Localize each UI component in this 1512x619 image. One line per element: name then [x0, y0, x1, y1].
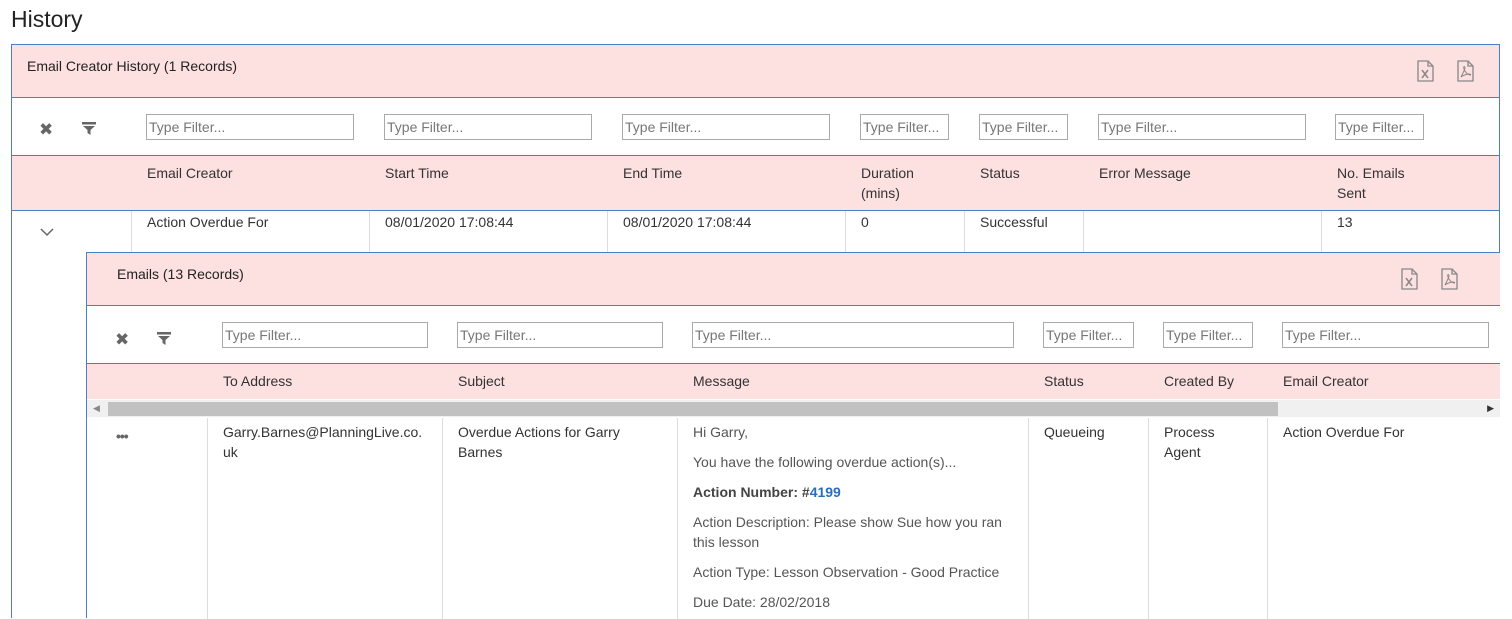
- message-type: Action Type: Lesson Observation - Good P…: [693, 564, 1000, 580]
- cell-status: Queueing: [1044, 424, 1105, 440]
- column-header-error-message[interactable]: Error Message: [1099, 163, 1191, 183]
- pdf-export-icon[interactable]: [1454, 60, 1476, 82]
- filter-icon[interactable]: [82, 122, 96, 136]
- filter-status-input[interactable]: [1043, 322, 1134, 348]
- column-divider: [369, 211, 370, 253]
- column-header-to-address[interactable]: To Address: [223, 371, 292, 391]
- scroll-left-arrow-icon[interactable]: ◀: [93, 400, 100, 417]
- cell-email-creator: Action Overdue For: [147, 214, 269, 230]
- column-divider: [207, 418, 208, 619]
- excel-export-icon[interactable]: [1414, 60, 1436, 82]
- column-divider: [964, 211, 965, 253]
- column-divider: [607, 211, 608, 253]
- column-header-row: To Address Subject Message Status Create…: [87, 364, 1500, 399]
- column-divider: [1148, 418, 1149, 619]
- cell-status: Successful: [980, 214, 1048, 230]
- action-number-label: Action Number: #: [693, 484, 810, 500]
- column-header-duration[interactable]: Duration (mins): [861, 163, 931, 203]
- filter-start-time-input[interactable]: [384, 114, 592, 140]
- filter-to-address-input[interactable]: [222, 322, 428, 348]
- filter-error-message-input[interactable]: [1098, 114, 1306, 140]
- column-header-status[interactable]: Status: [980, 163, 1020, 183]
- filter-emails-sent-input[interactable]: [1335, 114, 1424, 140]
- action-number-link[interactable]: 4199: [810, 484, 841, 500]
- scrollbar-thumb[interactable]: [108, 402, 1278, 416]
- filter-message-input[interactable]: [692, 322, 1014, 348]
- cell-subject: Overdue Actions for Garry Barnes: [458, 424, 620, 460]
- cell-email-creator: Action Overdue For: [1283, 424, 1405, 440]
- filter-email-creator-input[interactable]: [146, 114, 354, 140]
- column-divider: [1267, 418, 1268, 619]
- column-divider: [1028, 418, 1029, 619]
- grid-caption: Emails (13 Records): [117, 266, 244, 282]
- message-intro: You have the following overdue action(s)…: [693, 454, 957, 470]
- column-header-email-creator[interactable]: Email Creator: [1283, 371, 1369, 391]
- column-divider: [677, 418, 678, 619]
- clear-filter-icon[interactable]: ✖: [39, 121, 53, 138]
- cell-duration: 0: [861, 214, 869, 230]
- column-divider: [131, 211, 132, 253]
- cell-created-by: Process Agent: [1164, 424, 1215, 460]
- filter-status-input[interactable]: [979, 114, 1068, 140]
- grid-caption-bar: Emails (13 Records): [87, 253, 1500, 306]
- column-divider: [1321, 211, 1322, 253]
- filter-email-creator-input[interactable]: [1282, 322, 1489, 348]
- table-row[interactable]: ••• Garry.Barnes@PlanningLive.co.uk Over…: [87, 418, 1500, 619]
- filter-row: ✖: [12, 98, 1499, 156]
- message-greeting: Hi Garry,: [693, 424, 748, 440]
- cell-emails-sent: 13: [1337, 214, 1353, 230]
- column-header-row: Email Creator Start Time End Time Durati…: [12, 156, 1499, 211]
- filter-row: ✖: [87, 306, 1500, 364]
- message-due-date: Due Date: 28/02/2018: [693, 594, 830, 610]
- grid-caption: Email Creator History (1 Records): [27, 58, 238, 74]
- column-header-emails-sent[interactable]: No. Emails Sent: [1337, 163, 1417, 203]
- column-divider: [442, 418, 443, 619]
- column-header-status[interactable]: Status: [1044, 371, 1084, 391]
- emails-detail-grid: Emails (13 Records) ✖ To Address Subject…: [86, 252, 1500, 619]
- cell-end-time: 08/01/2020 17:08:44: [623, 214, 752, 230]
- column-header-subject[interactable]: Subject: [458, 371, 505, 391]
- pdf-export-icon[interactable]: [1438, 268, 1460, 290]
- grid-caption-bar: Email Creator History (1 Records): [12, 45, 1499, 98]
- horizontal-scrollbar[interactable]: ◀ ▶: [87, 400, 1500, 417]
- column-header-message[interactable]: Message: [693, 371, 750, 391]
- filter-created-by-input[interactable]: [1163, 322, 1253, 348]
- chevron-down-icon[interactable]: [40, 228, 54, 237]
- column-header-created-by[interactable]: Created By: [1164, 371, 1234, 391]
- excel-export-icon[interactable]: [1398, 268, 1420, 290]
- filter-end-time-input[interactable]: [622, 114, 830, 140]
- column-divider: [1083, 211, 1084, 253]
- message-action-number: Action Number: #4199: [693, 482, 841, 502]
- more-options-icon[interactable]: •••: [116, 428, 129, 444]
- column-header-end-time[interactable]: End Time: [623, 163, 682, 183]
- column-header-start-time[interactable]: Start Time: [385, 163, 449, 183]
- table-row[interactable]: Action Overdue For 08/01/2020 17:08:44 0…: [12, 211, 1499, 253]
- cell-start-time: 08/01/2020 17:08:44: [385, 214, 514, 230]
- column-header-email-creator[interactable]: Email Creator: [147, 163, 233, 183]
- column-divider: [845, 211, 846, 253]
- page-title: History: [11, 6, 83, 32]
- message-description: Action Description: Please show Sue how …: [693, 514, 1002, 550]
- filter-subject-input[interactable]: [457, 322, 663, 348]
- cell-to-address: Garry.Barnes@PlanningLive.co.uk: [223, 424, 423, 460]
- clear-filter-icon[interactable]: ✖: [115, 331, 129, 348]
- scroll-right-arrow-icon[interactable]: ▶: [1487, 400, 1494, 417]
- filter-icon[interactable]: [157, 332, 171, 346]
- filter-duration-input[interactable]: [860, 114, 949, 140]
